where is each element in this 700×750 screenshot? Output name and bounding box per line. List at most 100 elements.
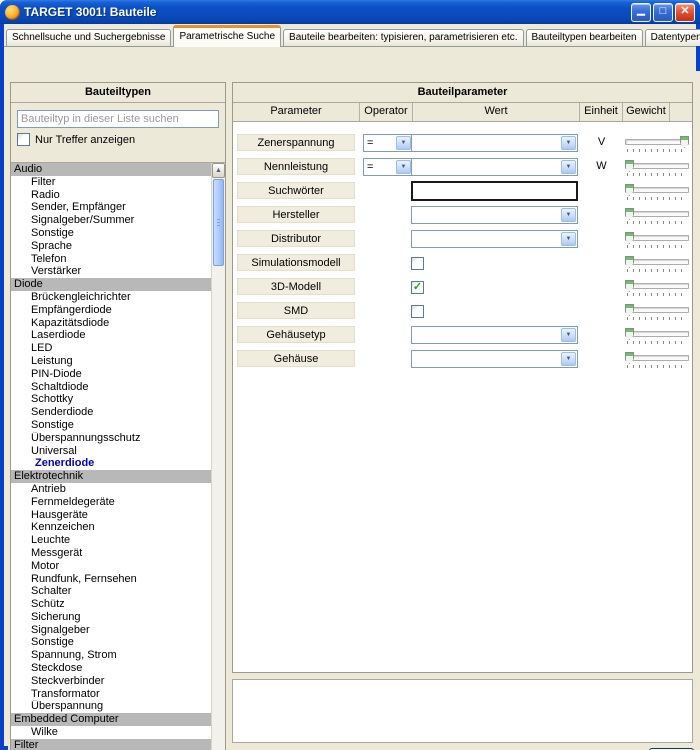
slider-handle[interactable] bbox=[625, 160, 634, 172]
type-group-header[interactable]: Audio bbox=[11, 163, 211, 176]
type-list-item[interactable]: Brückengleichrichter bbox=[11, 291, 211, 304]
scrollbar-thumb[interactable] bbox=[213, 179, 224, 266]
tab-bauteiltypen-bearbeiten[interactable]: Bauteiltypen bearbeiten bbox=[526, 29, 643, 46]
weight-slider[interactable] bbox=[625, 280, 689, 296]
type-group-header[interactable]: Diode bbox=[11, 278, 211, 291]
type-list-item[interactable]: Schalter bbox=[11, 585, 211, 598]
operator-combobox[interactable]: =▼ bbox=[363, 158, 413, 176]
dropdown-arrow-icon[interactable]: ▼ bbox=[396, 160, 411, 174]
type-list-scrollbar[interactable]: ▲ ▼ bbox=[211, 163, 225, 750]
type-list-item[interactable]: Radio bbox=[11, 189, 211, 202]
type-list-item[interactable]: Überspannung bbox=[11, 700, 211, 713]
type-list-item[interactable]: Fernmeldegeräte bbox=[11, 496, 211, 509]
value-checkbox[interactable] bbox=[411, 305, 424, 318]
weight-slider[interactable] bbox=[625, 184, 689, 200]
type-list-item[interactable]: Kennzeichen bbox=[11, 521, 211, 534]
minimize-button[interactable]: ▁ bbox=[631, 3, 651, 22]
tab-schnellsuche-und-suchergebnisse[interactable]: Schnellsuche und Suchergebnisse bbox=[6, 29, 171, 46]
slider-handle[interactable] bbox=[625, 256, 634, 268]
type-list-item[interactable]: Transformator bbox=[11, 688, 211, 701]
type-list-item[interactable]: Leuchte bbox=[11, 534, 211, 547]
type-list-item[interactable]: Telefon bbox=[11, 253, 211, 266]
type-list-item[interactable]: Steckdose bbox=[11, 662, 211, 675]
type-list-item[interactable]: Senderdiode bbox=[11, 406, 211, 419]
value-checkbox[interactable]: ✓ bbox=[411, 281, 424, 294]
slider-handle[interactable] bbox=[625, 328, 634, 340]
type-list-item[interactable]: Rundfunk, Fernsehen bbox=[11, 573, 211, 586]
close-button[interactable]: ✕ bbox=[675, 3, 695, 22]
type-group-header[interactable]: Embedded Computer bbox=[11, 713, 211, 726]
weight-slider[interactable] bbox=[625, 304, 689, 320]
type-list-item[interactable]: Empfängerdiode bbox=[11, 304, 211, 317]
slider-handle[interactable] bbox=[625, 208, 634, 220]
type-group-header[interactable]: Elektrotechnik bbox=[11, 470, 211, 483]
type-list-item[interactable]: Zenerdiode bbox=[11, 457, 211, 470]
type-list-item[interactable]: Kapazitätsdiode bbox=[11, 317, 211, 330]
value-combobox[interactable]: ▼ bbox=[411, 326, 578, 344]
weight-slider[interactable] bbox=[625, 208, 689, 224]
type-search-input[interactable] bbox=[17, 110, 219, 128]
value-input[interactable] bbox=[411, 181, 578, 201]
slider-handle[interactable] bbox=[625, 280, 634, 292]
value-combobox[interactable]: ▼ bbox=[411, 134, 578, 152]
type-list-item[interactable]: Schottky bbox=[11, 393, 211, 406]
slider-handle[interactable] bbox=[625, 352, 634, 364]
weight-slider[interactable] bbox=[625, 256, 689, 272]
type-list-item[interactable]: Universal bbox=[11, 445, 211, 458]
type-list-item[interactable]: Schaltdiode bbox=[11, 381, 211, 394]
value-checkbox[interactable] bbox=[411, 257, 424, 270]
slider-handle[interactable] bbox=[680, 136, 689, 148]
type-list-item[interactable]: Sprache bbox=[11, 240, 211, 253]
dropdown-arrow-icon[interactable]: ▼ bbox=[561, 352, 576, 366]
type-list-item[interactable]: Überspannungsschutz bbox=[11, 432, 211, 445]
dropdown-arrow-icon[interactable]: ▼ bbox=[561, 208, 576, 222]
type-list-item[interactable]: Wilke bbox=[11, 726, 211, 739]
slider-handle[interactable] bbox=[625, 232, 634, 244]
dropdown-arrow-icon[interactable]: ▼ bbox=[561, 232, 576, 246]
dropdown-arrow-icon[interactable]: ▼ bbox=[561, 160, 576, 174]
type-list-item[interactable]: LED bbox=[11, 342, 211, 355]
type-list-item[interactable]: Sonstige bbox=[11, 636, 211, 649]
weight-slider[interactable] bbox=[625, 328, 689, 344]
type-list-item[interactable]: Motor bbox=[11, 560, 211, 573]
type-group-header[interactable]: Filter bbox=[11, 739, 211, 750]
type-list-item[interactable]: Steckverbinder bbox=[11, 675, 211, 688]
operator-combobox[interactable]: =▼ bbox=[363, 134, 413, 152]
type-list-item[interactable]: PIN-Diode bbox=[11, 368, 211, 381]
weight-slider[interactable] bbox=[625, 352, 689, 368]
type-list-item[interactable]: Filter bbox=[11, 176, 211, 189]
type-list-item[interactable]: Signalgeber/Summer bbox=[11, 214, 211, 227]
slider-handle[interactable] bbox=[625, 304, 634, 316]
type-list-item[interactable]: Schütz bbox=[11, 598, 211, 611]
type-list-item[interactable]: Sicherung bbox=[11, 611, 211, 624]
tab-bauteile-bearbeiten-typisieren-p[interactable]: Bauteile bearbeiten: typisieren, paramet… bbox=[283, 29, 523, 46]
tab-datentypen-bearbeiten[interactable]: Datentypen bearbeiten bbox=[645, 29, 700, 46]
value-combobox[interactable]: ▼ bbox=[411, 350, 578, 368]
value-combobox[interactable]: ▼ bbox=[411, 230, 578, 248]
slider-handle[interactable] bbox=[625, 184, 634, 196]
type-list-item[interactable]: Sender, Empfänger bbox=[11, 201, 211, 214]
dropdown-arrow-icon[interactable]: ▼ bbox=[561, 136, 576, 150]
dropdown-arrow-icon[interactable]: ▼ bbox=[396, 136, 411, 150]
dropdown-arrow-icon[interactable]: ▼ bbox=[561, 328, 576, 342]
scrollbar-track[interactable] bbox=[212, 178, 225, 750]
value-combobox[interactable]: ▼ bbox=[411, 158, 578, 176]
type-list-item[interactable]: Antrieb bbox=[11, 483, 211, 496]
type-list-item[interactable]: Signalgeber bbox=[11, 624, 211, 637]
weight-slider[interactable] bbox=[625, 136, 689, 152]
type-list-item[interactable]: Spannung, Strom bbox=[11, 649, 211, 662]
value-combobox[interactable]: ▼ bbox=[411, 206, 578, 224]
type-list-item[interactable]: Sonstige bbox=[11, 227, 211, 240]
weight-slider[interactable] bbox=[625, 160, 689, 176]
maximize-button[interactable]: □ bbox=[653, 3, 673, 22]
type-list-item[interactable]: Messgerät bbox=[11, 547, 211, 560]
type-list-item[interactable]: Leistung bbox=[11, 355, 211, 368]
tab-parametrische-suche[interactable]: Parametrische Suche bbox=[173, 25, 281, 47]
type-list-item[interactable]: Verstärker bbox=[11, 265, 211, 278]
scroll-up-button[interactable]: ▲ bbox=[212, 163, 225, 178]
type-list-item[interactable]: Laserdiode bbox=[11, 329, 211, 342]
type-list-item[interactable]: Hausgeräte bbox=[11, 509, 211, 522]
weight-slider[interactable] bbox=[625, 232, 689, 248]
nur-treffer-checkbox[interactable] bbox=[17, 133, 30, 146]
type-list-item[interactable]: Sonstige bbox=[11, 419, 211, 432]
